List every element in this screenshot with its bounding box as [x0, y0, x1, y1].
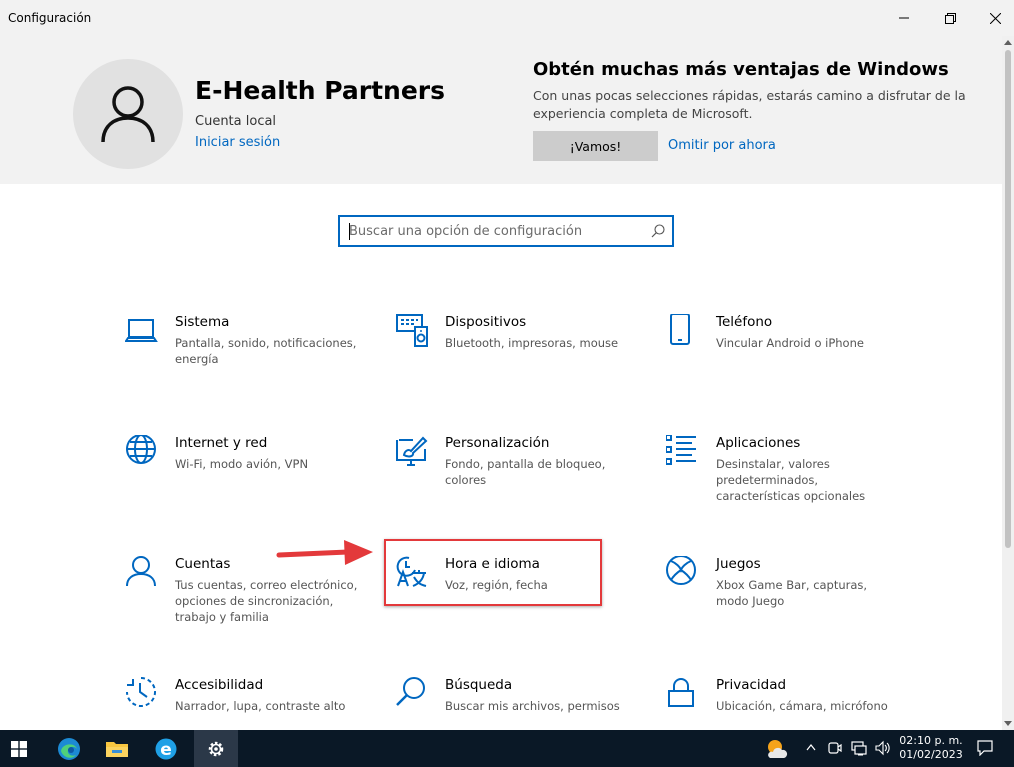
category-name: Internet y red [175, 435, 268, 451]
skip-for-now-link[interactable]: Omitir por ahora [668, 138, 776, 153]
account-name: E-Health Partners [195, 76, 445, 105]
category-desc: Xbox Game Bar, capturas, modo Juego [716, 578, 868, 608]
search-icon[interactable] [651, 224, 665, 238]
category-desc: Wi-Fi, modo avión, VPN [175, 457, 309, 471]
accessibility-icon [126, 677, 156, 707]
network-icon[interactable] [851, 740, 867, 756]
category-desc: Fondo, pantalla de bloqueo, colores [445, 457, 606, 487]
taskbar-internet-explorer[interactable]: e [146, 730, 186, 767]
sign-in-link[interactable]: Iniciar sesión [195, 135, 280, 150]
devices-icon [396, 314, 428, 347]
clock-time: 02:10 p. m. [899, 734, 963, 747]
user-avatar-icon [101, 86, 155, 143]
search-input[interactable] [349, 221, 639, 241]
windows-icon [10, 740, 27, 757]
internet-explorer-icon: e [155, 738, 177, 760]
category-name: Personalización [445, 435, 550, 451]
minimize-icon [899, 17, 909, 19]
meet-now-icon[interactable] [828, 740, 842, 756]
category-name: Dispositivos [445, 314, 527, 330]
promo-title: Obtén muchas más ventajas de Windows [533, 59, 949, 80]
edge-icon [58, 737, 80, 760]
person-icon [126, 556, 156, 587]
paint-icon [396, 436, 428, 466]
gear-icon [208, 741, 224, 756]
category-name: Búsqueda [445, 677, 513, 693]
laptop-icon [125, 319, 158, 342]
vertical-scrollbar[interactable] [1002, 36, 1014, 730]
close-button[interactable] [972, 0, 1014, 36]
annotation-arrow [276, 540, 373, 565]
taskbar-file-explorer[interactable] [97, 730, 137, 767]
start-button[interactable] [0, 730, 37, 767]
lets-go-button[interactable]: ¡Vamos! [533, 131, 658, 161]
xbox-icon [666, 556, 696, 585]
maximize-button[interactable] [927, 0, 973, 36]
category-name: Accesibilidad [175, 677, 264, 693]
volume-icon[interactable] [875, 740, 891, 756]
scroll-down-icon[interactable] [1004, 721, 1012, 726]
category-name: Sistema [175, 314, 230, 330]
text-caret [349, 223, 350, 240]
category-desc: Pantalla, sonido, notificaciones, energí… [175, 336, 357, 366]
taskbar-settings[interactable] [194, 730, 238, 767]
globe-icon [126, 435, 156, 464]
account-type: Cuenta local [195, 114, 277, 129]
category-name: Aplicaciones [716, 435, 801, 451]
category-desc: Tus cuentas, correo electrónico, opcione… [175, 578, 358, 624]
account-header: E-Health Partners Cuenta local Iniciar s… [0, 36, 1002, 184]
chevron-up-icon[interactable] [806, 743, 816, 751]
category-name: Teléfono [716, 314, 773, 330]
lock-icon [668, 678, 694, 707]
avatar[interactable] [73, 59, 183, 169]
category-desc: Narrador, lupa, contraste alto [175, 699, 346, 713]
svg-text:e: e [160, 740, 172, 760]
taskbar: e 02:10 p. m. 01/02/2023 [0, 730, 1014, 767]
weather-icon[interactable] [764, 738, 788, 760]
magnifier-icon [396, 677, 425, 706]
category-desc: Desinstalar, valores predeterminados, ca… [716, 457, 866, 503]
notifications-icon[interactable] [977, 740, 993, 756]
category-name: Juegos [716, 556, 761, 572]
category-name: Privacidad [716, 677, 787, 693]
title-bar: Configuración [0, 0, 1014, 36]
restore-icon [944, 12, 956, 24]
window-title: Configuración [8, 11, 92, 25]
clock-date: 01/02/2023 [899, 748, 963, 761]
category-desc: Vincular Android o iPhone [716, 336, 864, 350]
category-desc: Bluetooth, impresoras, mouse [445, 336, 619, 350]
category-desc: Buscar mis archivos, permisos [445, 699, 620, 713]
close-icon [989, 12, 1001, 24]
settings-search-box[interactable] [338, 215, 674, 247]
category-desc: Ubicación, cámara, micrófono [716, 699, 888, 713]
category-name: Cuentas [175, 556, 231, 572]
system-clock[interactable]: 02:10 p. m. 01/02/2023 [898, 734, 964, 762]
scroll-up-icon[interactable] [1004, 40, 1012, 45]
promo-description: Con unas pocas selecciones rápidas, esta… [533, 88, 966, 121]
phone-icon [670, 314, 690, 345]
taskbar-edge[interactable] [49, 730, 89, 767]
minimize-button[interactable] [881, 0, 927, 36]
scroll-thumb[interactable] [1005, 50, 1011, 548]
folder-icon [106, 741, 128, 757]
apps-list-icon [666, 435, 696, 465]
annotation-highlight [384, 539, 602, 606]
